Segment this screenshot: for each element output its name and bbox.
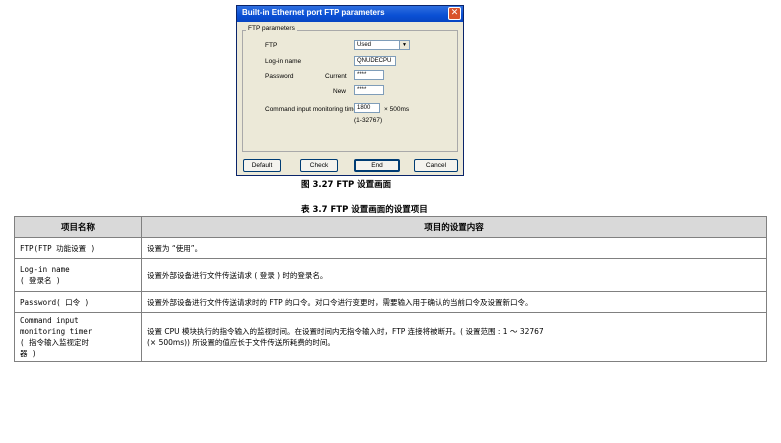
dialog-title: Built-in Ethernet port FTP parameters (242, 8, 385, 17)
row-name-line: 器 ) (20, 349, 37, 358)
row-content-line: 设置外部设备进行文件传送请求 ( 登录 ) 时的登录名。 (147, 270, 328, 280)
row-name: FTP(FTP 功能设置 ) (14, 237, 142, 259)
chevron-down-icon[interactable]: ▼ (399, 41, 409, 49)
new-password-input[interactable]: **** (354, 85, 384, 95)
check-button[interactable]: Check (300, 159, 338, 172)
group-label: FTP parameters (246, 25, 297, 32)
header-setting-content: 项目的设置内容 (141, 216, 767, 238)
timer-label: Command input monitoring timer (265, 106, 360, 113)
table-caption: 表 3.7 FTP 设置画面的设置项目 (301, 205, 428, 215)
login-name-input[interactable]: QNUDECPU (354, 56, 396, 66)
ftp-select[interactable]: Used ▼ (354, 40, 410, 50)
row-content: 设置外部设备进行文件传送请求时的 FTP 的口令。对口令进行变更时，需要输入用于… (141, 291, 767, 313)
table-row: Command input monitoring timer ( 指令输入监视定… (14, 312, 767, 362)
password-label: Password (265, 73, 294, 80)
row-content: 设置为 “使用”。 (141, 237, 767, 259)
timer-range: (1-32767) (354, 117, 383, 124)
table-row: Log-in name ( 登录名 ) 设置外部设备进行文件传送请求 ( 登录 … (14, 258, 767, 292)
row-name: Command input monitoring timer ( 指令输入监视定… (14, 312, 142, 362)
current-password-label: Current (325, 73, 347, 80)
row-name-line: Password( 口令 ) (20, 297, 90, 307)
timer-unit: × 500ms (384, 106, 410, 113)
row-content: 设置外部设备进行文件传送请求 ( 登录 ) 时的登录名。 (141, 258, 767, 292)
row-content: 设置 CPU 模块执行的指令输入的监视时间。在设置时间内无指令输入时，FTP 连… (141, 312, 767, 362)
table-row: FTP(FTP 功能设置 ) 设置为 “使用”。 (14, 237, 767, 259)
new-password-label: New (333, 88, 347, 95)
table-row: Password( 口令 ) 设置外部设备进行文件传送请求时的 FTP 的口令。… (14, 291, 767, 313)
ftp-label: FTP (265, 42, 278, 49)
login-name-label: Log-in name (265, 58, 302, 65)
cancel-button[interactable]: Cancel (414, 159, 458, 172)
close-icon[interactable]: ✕ (448, 7, 461, 20)
row-name: Log-in name ( 登录名 ) (14, 258, 142, 292)
row-content-line: 设置外部设备进行文件传送请求时的 FTP 的口令。对口令进行变更时，需要输入用于… (147, 297, 533, 307)
row-name-line: ( 指令输入监视定时 (20, 338, 90, 347)
current-password-input[interactable]: **** (354, 70, 384, 80)
row-name-line: Log-in name (20, 265, 70, 274)
default-button[interactable]: Default (243, 159, 281, 172)
row-content-line: (× 500ms)) 所设置的值应长于文件传送所耗费的时间。 (147, 338, 335, 347)
settings-table: 项目名称 项目的设置内容 FTP(FTP 功能设置 ) 设置为 “使用”。 Lo… (14, 216, 767, 362)
row-name-line: ( 登录名 ) (20, 276, 61, 285)
end-button[interactable]: End (354, 159, 400, 172)
row-name: Password( 口令 ) (14, 291, 142, 313)
table-header-row: 项目名称 项目的设置内容 (14, 216, 767, 238)
row-name-line: Command input (20, 316, 79, 325)
row-name-line: monitoring timer (20, 327, 93, 336)
ftp-select-value: Used (357, 42, 372, 48)
figure-caption: 图 3.27 FTP 设置画面 (301, 180, 392, 190)
timer-input[interactable]: 1800 (354, 103, 380, 113)
header-item-name: 项目名称 (14, 216, 142, 238)
ftp-parameters-dialog: Built-in Ethernet port FTP parameters ✕ … (236, 5, 464, 176)
row-content-line: 设置为 “使用”。 (147, 243, 203, 253)
row-name-line: FTP(FTP 功能设置 ) (20, 243, 96, 253)
dialog-titlebar[interactable]: Built-in Ethernet port FTP parameters ✕ (237, 6, 463, 22)
row-content-line: 设置 CPU 模块执行的指令输入的监视时间。在设置时间内无指令输入时，FTP 连… (147, 327, 544, 336)
